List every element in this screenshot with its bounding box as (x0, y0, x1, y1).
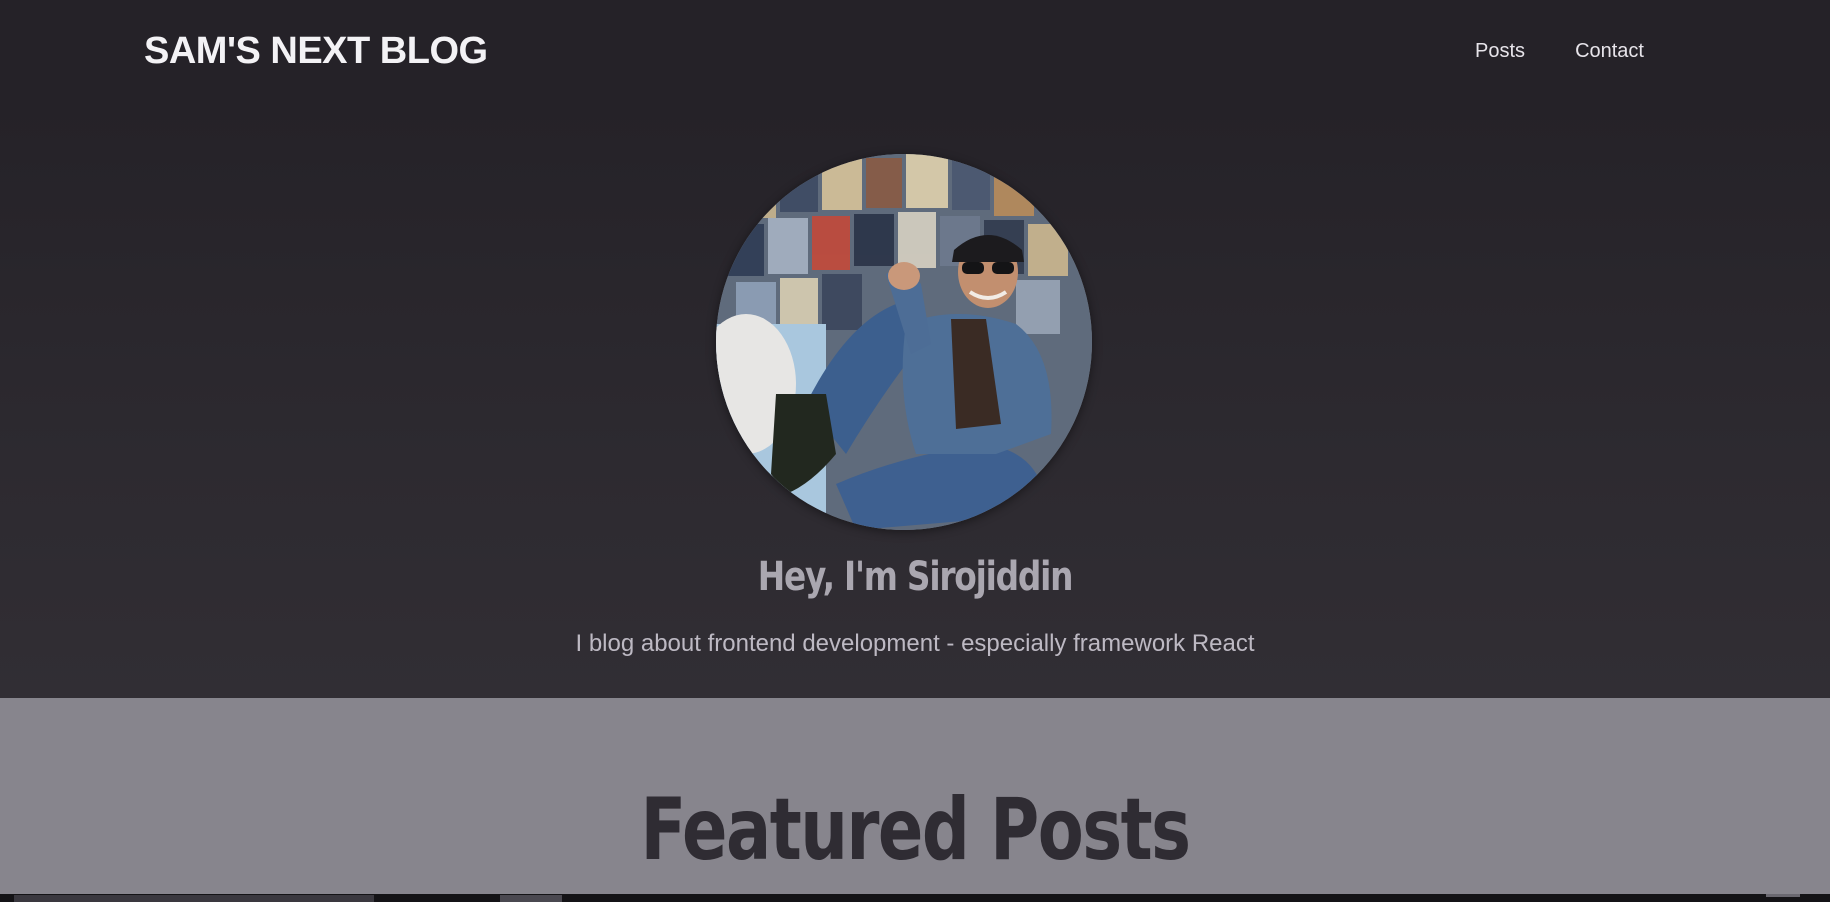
hero-subtitle: I blog about frontend development - espe… (575, 630, 1255, 657)
profile-avatar (716, 154, 1092, 530)
nav-link-posts[interactable]: Posts (1475, 40, 1525, 63)
hero-title: Hey, I'm Sirojiddin (757, 554, 1074, 600)
site-header: SAM'S NEXT BLOG Posts Contact (0, 0, 1830, 106)
featured-posts-section: Featured Posts (0, 698, 1830, 894)
hero-section: Hey, I'm Sirojiddin I blog about fronten… (0, 106, 1830, 698)
os-taskbar (0, 894, 1830, 902)
page: SAM'S NEXT BLOG Posts Contact Hey, I'm S… (0, 0, 1830, 902)
site-logo[interactable]: SAM'S NEXT BLOG (144, 30, 488, 73)
taskbar-app-button[interactable] (500, 895, 562, 902)
profile-photo-icon (716, 154, 1092, 530)
nav-link-contact[interactable]: Contact (1575, 40, 1644, 63)
main-nav: Posts Contact (1475, 40, 1644, 63)
taskbar-search-box[interactable] (14, 895, 374, 902)
taskbar-clock (1766, 894, 1800, 897)
featured-posts-title: Featured Posts (640, 780, 1192, 880)
